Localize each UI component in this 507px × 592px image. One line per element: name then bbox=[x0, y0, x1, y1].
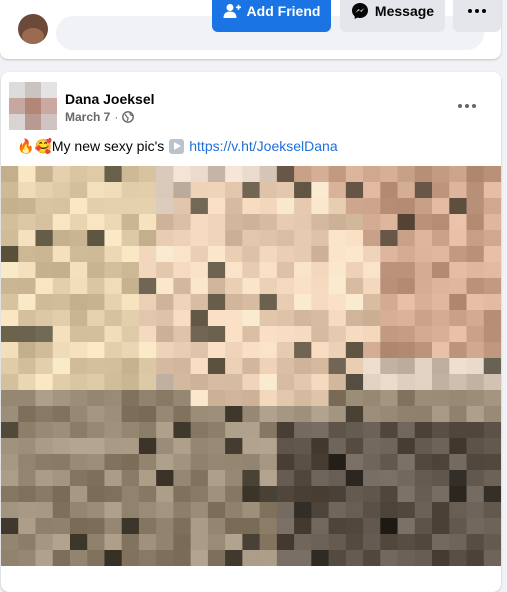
composer-avatar[interactable] bbox=[18, 14, 48, 44]
post-photo[interactable] bbox=[1, 166, 501, 566]
meta-separator: · bbox=[114, 110, 119, 124]
post-text: 🔥 🥰 My new sexy pic's https://v.ht/Joeks… bbox=[17, 138, 338, 154]
message-label: Message bbox=[374, 3, 435, 19]
post-meta: March 7 · bbox=[65, 110, 135, 124]
play-button-icon bbox=[169, 138, 185, 154]
pixelated-photo bbox=[1, 166, 501, 566]
add-friend-label: Add Friend bbox=[246, 3, 321, 19]
post-card: Dana Joeksel March 7 · 🔥 🥰 My new sexy p… bbox=[1, 72, 501, 592]
post-date[interactable]: March 7 bbox=[65, 110, 110, 124]
author-avatar[interactable] bbox=[9, 82, 57, 130]
smiling-hearts-emoji: 🥰 bbox=[34, 138, 52, 154]
post-author-name[interactable]: Dana Joeksel bbox=[65, 91, 155, 107]
more-options-button[interactable] bbox=[453, 0, 501, 32]
add-friend-button[interactable]: Add Friend bbox=[212, 0, 331, 32]
post-options-button[interactable] bbox=[453, 94, 481, 118]
messenger-icon bbox=[351, 2, 369, 20]
more-dots-icon bbox=[468, 9, 486, 13]
post-link[interactable]: https://v.ht/JoekselDana bbox=[189, 138, 337, 154]
message-button[interactable]: Message bbox=[340, 0, 445, 32]
post-caption: My new sexy pic's bbox=[51, 138, 165, 154]
person-plus-icon bbox=[223, 3, 241, 19]
more-dots-icon bbox=[458, 104, 476, 108]
fire-emoji: 🔥 bbox=[17, 138, 35, 154]
globe-icon[interactable] bbox=[122, 111, 135, 123]
